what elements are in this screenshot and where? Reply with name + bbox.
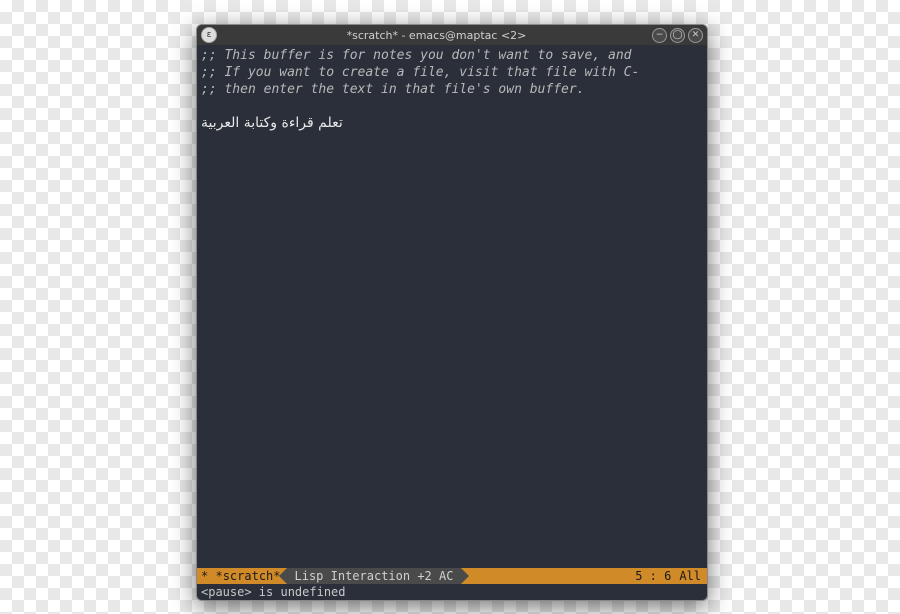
comment-line-3: ;; then enter the text in that file's ow… xyxy=(201,82,585,97)
close-button[interactable]: ✕ xyxy=(688,28,703,43)
cursor-position: 5 : 6 xyxy=(627,568,679,584)
window-buttons: − ◯ ✕ xyxy=(652,28,703,43)
echo-area: <pause> is undefined xyxy=(197,584,707,600)
comment-line-2: ;; If you want to create a file, visit t… xyxy=(201,65,639,80)
maximize-icon: ◯ xyxy=(672,31,682,40)
modified-indicator: * xyxy=(201,569,208,583)
window-title: *scratch* - emacs@maptac <2> xyxy=(221,29,652,42)
buffer-name: *scratch* xyxy=(215,569,280,583)
emacs-icon: ε xyxy=(201,27,217,43)
emacs-window: ε *scratch* - emacs@maptac <2> − ◯ ✕ ;; … xyxy=(196,24,708,601)
modeline[interactable]: * *scratch* Lisp Interaction +2 AC 5 : 6… xyxy=(197,568,707,584)
close-icon: ✕ xyxy=(692,31,700,40)
titlebar[interactable]: ε *scratch* - emacs@maptac <2> − ◯ ✕ xyxy=(197,25,707,45)
minimize-button[interactable]: − xyxy=(652,28,667,43)
major-mode: Lisp Interaction +2 AC xyxy=(287,568,462,584)
arabic-text: تعلم قراءة وكتابة العربية xyxy=(201,115,343,132)
modeline-left: * *scratch* xyxy=(197,568,281,584)
emacs-icon-glyph: ε xyxy=(207,31,212,40)
scroll-indicator: All xyxy=(679,568,707,584)
comment-line-1: ;; This buffer is for notes you don't wa… xyxy=(201,48,639,63)
maximize-button[interactable]: ◯ xyxy=(670,28,685,43)
minimize-icon: − xyxy=(656,31,664,40)
editor-area[interactable]: ;; This buffer is for notes you don't wa… xyxy=(197,45,707,568)
